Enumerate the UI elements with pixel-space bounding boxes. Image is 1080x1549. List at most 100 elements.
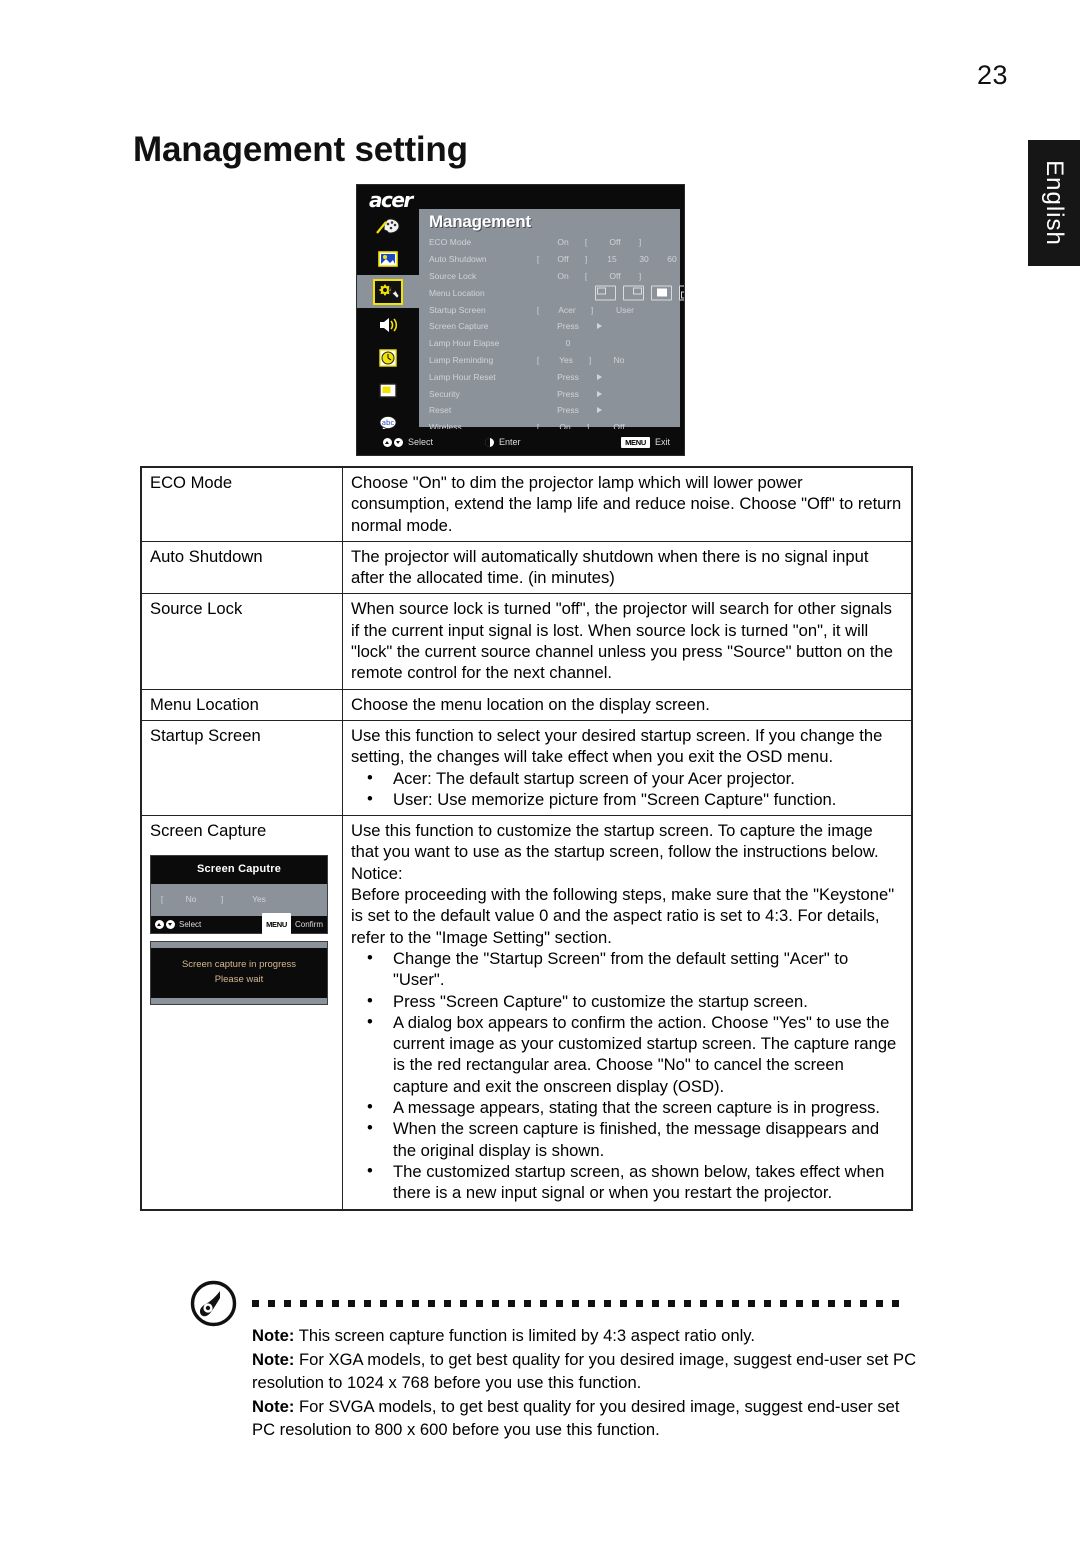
osd-row-startup-screen[interactable]: Startup Screen [ Acer ] User (419, 301, 680, 318)
osd-value[interactable]: 30 (635, 254, 653, 264)
dialog-bracket-close: ] (220, 894, 224, 905)
note-hand-icon (190, 1280, 237, 1327)
table-cell-feature: Auto Shutdown (141, 540, 343, 595)
dialog-option-yes[interactable]: Yes (235, 889, 283, 910)
osd-value-selected[interactable]: Yes (551, 355, 581, 365)
screen-capture-progress-screenshot: Screen capture in progress Please wait (150, 940, 328, 1005)
note-item: Note: For XGA models, to get best qualit… (252, 1348, 920, 1395)
management-settings-table: ECO Mode Choose "On" to dim the projecto… (140, 466, 913, 1211)
description-paragraph: The projector will automatically shutdow… (351, 546, 869, 588)
table-cell-feature: Source Lock (141, 593, 343, 690)
osd-footer-exit-label: Exit (654, 437, 670, 447)
osd-value-press[interactable]: Press (551, 405, 585, 415)
osd-row-source-lock[interactable]: Source Lock On [ Off ] (419, 268, 680, 285)
osd-row-label: Reset (429, 405, 452, 416)
osd-bracket-close: ] (590, 304, 594, 315)
osd-footer-enter-label: Enter (499, 437, 521, 447)
osd-sidebar: abc (357, 209, 419, 455)
osd-row-lamp-reminding[interactable]: Lamp Reminding [ Yes ] No (419, 352, 680, 369)
page-title: Management setting (133, 130, 468, 169)
table-cell-description: Use this function to customize the start… (342, 815, 912, 1210)
list-item: A message appears, stating that the scre… (351, 1096, 903, 1118)
up-down-arrows-icon (383, 437, 403, 447)
osd-panel-title: Management (429, 212, 531, 231)
dialog-footer-confirm-label: Confirm (294, 919, 323, 929)
osd-row-auto-shutdown[interactable]: Auto Shutdown [ Off ] 15 30 60 (419, 251, 680, 268)
osd-value-press[interactable]: Press (551, 372, 585, 382)
osd-value-selected[interactable]: Off (603, 237, 627, 247)
list-item: User: Use memorize picture from "Screen … (351, 788, 903, 810)
table-row: Auto Shutdown The projector will automat… (141, 540, 912, 595)
notes-text: Note: This screen capture function is li… (252, 1324, 920, 1442)
menu-location-bottom-left-icon[interactable] (679, 285, 684, 301)
chevron-right-icon (597, 373, 602, 380)
up-down-arrows-icon (155, 919, 175, 929)
image-picture-icon (378, 250, 398, 267)
description-paragraph: Notice: (351, 863, 403, 883)
osd-bracket-open: [ (584, 270, 588, 281)
osd-row-eco-mode[interactable]: ECO Mode On [ Off ] (419, 234, 680, 251)
osd-row-reset[interactable]: Reset Press (419, 402, 680, 419)
osd-value-selected[interactable]: Acer (551, 305, 583, 315)
menu-location-top-right-icon[interactable] (623, 285, 644, 301)
osd-row-label: Lamp Hour Elapse (429, 338, 500, 349)
osd-value-press[interactable]: Press (551, 389, 585, 399)
osd-value[interactable]: 15 (603, 254, 621, 264)
osd-sidebar-item-management[interactable] (357, 275, 419, 308)
osd-footer-select-label: Select (408, 437, 434, 447)
menu-key-icon: MENU (621, 436, 650, 448)
table-cell-description: The projector will automatically shutdow… (342, 540, 912, 595)
list-item: Change the "Startup Screen" from the def… (351, 947, 903, 991)
osd-value[interactable]: User (609, 305, 641, 315)
progress-line-2: Please wait (214, 973, 264, 985)
osd-row-menu-location[interactable]: Menu Location (419, 284, 684, 301)
dialog-option-no[interactable]: No (173, 889, 209, 910)
osd-row-label: Source Lock (429, 270, 477, 281)
description-bullet-list: Change the "Startup Screen" from the def… (351, 947, 903, 1204)
list-item: A dialog box appears to confirm the acti… (351, 1011, 903, 1097)
description-paragraph: Use this function to customize the start… (351, 821, 879, 862)
menu-location-center-icon[interactable] (651, 285, 672, 301)
progress-line-1: Screen capture in progress (181, 958, 297, 970)
list-item: Press "Screen Capture" to customize the … (351, 990, 903, 1012)
table-row: Menu Location Choose the menu location o… (141, 688, 912, 721)
osd-value[interactable]: 60 (663, 254, 681, 264)
note-body: For XGA models, to get best quality for … (252, 1349, 917, 1393)
osd-value[interactable]: No (607, 355, 631, 365)
list-item: The customized startup screen, as shown … (351, 1160, 903, 1204)
osd-bracket-open: [ (536, 254, 540, 265)
osd-footer-exit: MENU Exit (621, 436, 670, 448)
osd-value[interactable]: On (551, 271, 575, 281)
osd-sidebar-item-image[interactable] (357, 242, 419, 275)
description-paragraph: Use this function to select your desired… (351, 725, 883, 767)
description-paragraph: Choose the menu location on the display … (351, 694, 710, 714)
osd-value-selected[interactable]: Off (603, 271, 627, 281)
description-paragraph: Choose "On" to dim the projector lamp wh… (351, 473, 902, 535)
osd-sidebar-item-display[interactable] (357, 374, 419, 407)
table-cell-feature: Menu Location (141, 688, 343, 721)
menu-location-top-left-icon[interactable] (595, 285, 616, 301)
description-paragraph: When source lock is turned "off", the pr… (351, 599, 893, 683)
list-item: Acer: The default startup screen of your… (351, 767, 903, 789)
screen-capture-figures: Screen Caputre [ No ] Yes Select MENU Co… (150, 855, 328, 1005)
timer-clock-icon (379, 348, 397, 367)
dialog-options: [ No ] Yes (151, 884, 327, 916)
osd-value[interactable]: On (551, 237, 575, 247)
screen-capture-dialog-screenshot: Screen Caputre [ No ] Yes Select MENU Co… (150, 855, 328, 936)
osd-sidebar-item-color[interactable] (357, 209, 419, 242)
osd-sidebar-item-audio[interactable] (357, 308, 419, 341)
osd-row-security[interactable]: Security Press (419, 385, 680, 402)
dialog-footer-select-label: Select (179, 919, 202, 929)
table-cell-description: Choose "On" to dim the projector lamp wh… (342, 467, 912, 542)
osd-value-selected[interactable]: Off (551, 254, 575, 264)
osd-sidebar-item-timer[interactable] (357, 341, 419, 374)
language-side-tab: English (1028, 140, 1080, 266)
table-row: Screen Capture Screen Caputre [ No ] Yes (141, 815, 912, 1210)
osd-row-screen-capture[interactable]: Screen Capture Press (419, 318, 680, 335)
osd-value-press[interactable]: Press (551, 321, 585, 331)
dialog-title: Screen Caputre (151, 856, 327, 884)
note-label: Note: (252, 1326, 295, 1345)
table-row: Startup Screen Use this function to sele… (141, 719, 912, 817)
osd-row-lamp-hour-reset[interactable]: Lamp Hour Reset Press (419, 368, 680, 385)
list-item: When the screen capture is finished, the… (351, 1117, 903, 1161)
